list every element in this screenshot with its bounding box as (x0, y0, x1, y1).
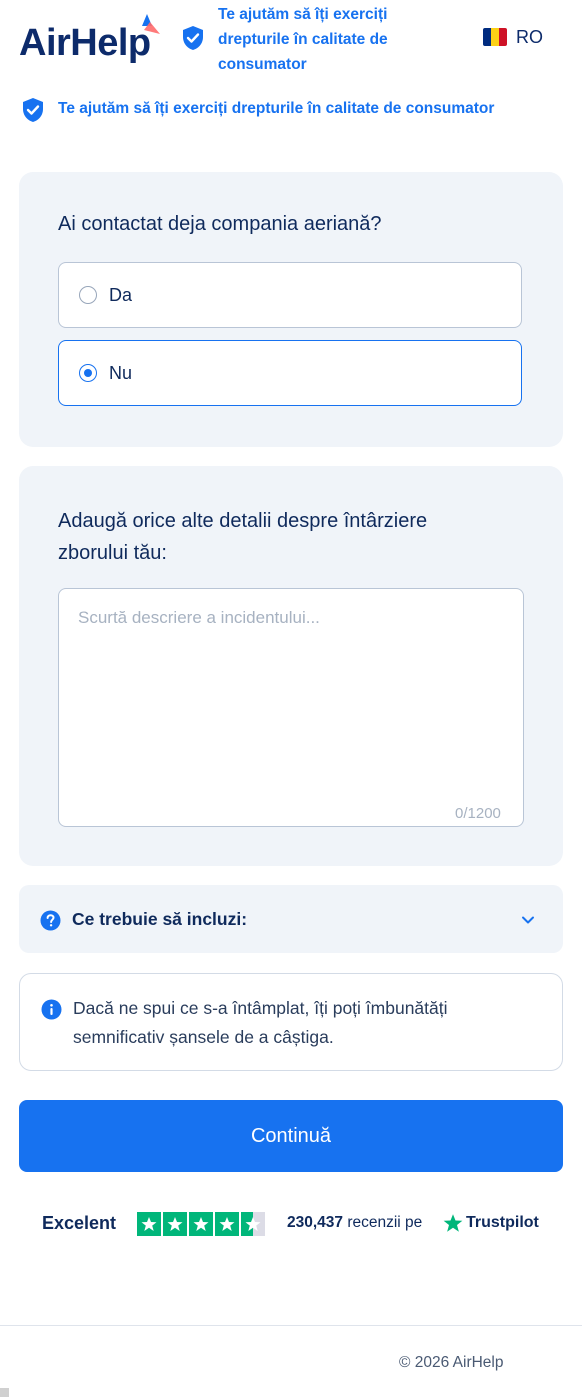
chevron-down-icon[interactable] (520, 912, 536, 933)
airhelp-logo[interactable]: AirHelp (19, 22, 151, 65)
romania-flag-icon[interactable] (483, 28, 507, 46)
star-icon (163, 1212, 187, 1236)
question-title: Ai contactat deja compania aeriană? (58, 213, 382, 235)
language-selector[interactable]: RO (516, 27, 543, 48)
option-label: Nu (109, 362, 133, 383)
header-tagline: Te ajutăm să îți exerciți drepturile în … (218, 6, 388, 73)
star-icon (137, 1212, 161, 1236)
corner-artifact (0, 1388, 9, 1397)
radio-button[interactable] (79, 364, 97, 382)
star-icon (215, 1212, 239, 1236)
reviews-text: recenzii pe (347, 1214, 423, 1231)
shield-check-icon (22, 97, 44, 128)
option-label: Da (109, 284, 133, 305)
textarea-placeholder: Scurtă descriere a incidentului... (78, 608, 320, 627)
footer-divider (0, 1325, 582, 1326)
trustpilot-review-count: 230,437 recenzii pe (287, 1214, 422, 1232)
shield-check-icon (182, 25, 204, 56)
trustpilot-stars (137, 1212, 265, 1236)
character-counter: 0/1200 (455, 805, 501, 822)
info-text: Dacă ne spui ce s-a întâmplat, îți poți … (73, 998, 448, 1047)
logo-mark-icon (138, 12, 162, 41)
subheader-tagline: Te ajutăm să îți exerciți drepturile în … (58, 100, 495, 117)
trustpilot-brand-link[interactable]: Trustpilot (466, 1214, 539, 1232)
radio-button[interactable] (79, 286, 97, 304)
continue-button[interactable]: Continuă (19, 1100, 563, 1172)
details-title: Adaugă orice alte detalii despre întârzi… (58, 510, 428, 564)
question-icon (40, 910, 61, 936)
star-icon (189, 1212, 213, 1236)
trustpilot-logo-star-icon (443, 1213, 463, 1238)
option-nu[interactable]: Nu (58, 340, 522, 406)
info-icon (41, 999, 62, 1025)
option-da[interactable]: Da (58, 262, 522, 328)
trustpilot-rating-label: Excelent (42, 1213, 117, 1233)
accordion-label[interactable]: Ce trebuie să incluzi: (72, 909, 247, 930)
review-count: 230,437 (287, 1214, 344, 1231)
copyright-text: © 2026 AirHelp (399, 1354, 504, 1371)
star-icon (241, 1212, 265, 1236)
